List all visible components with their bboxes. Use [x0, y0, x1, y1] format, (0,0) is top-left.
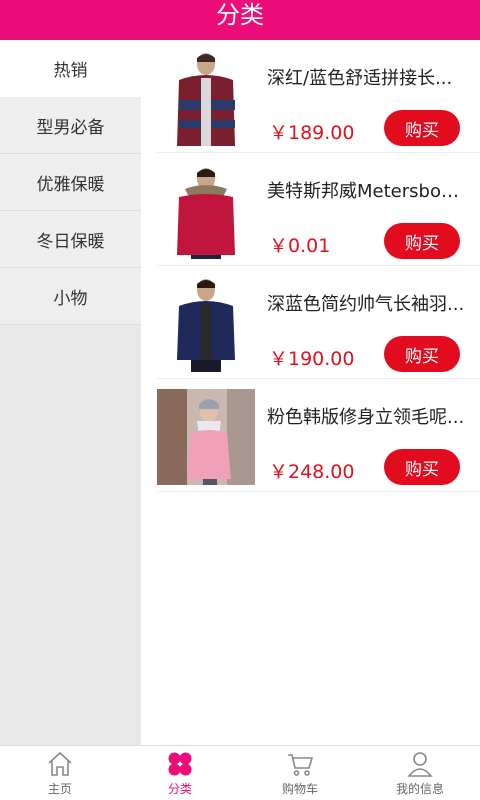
sidebar-item-label: 优雅保暖	[36, 174, 105, 195]
product-name[interactable]: 美特斯邦威Metersbon...	[267, 177, 467, 203]
sidebar-item-label: 冬日保暖	[36, 231, 105, 252]
sidebar-item-elegant-warm[interactable]: 优雅保暖	[0, 154, 141, 211]
product-name[interactable]: 深蓝色简约帅气长袖羽...	[267, 290, 467, 316]
sidebar-item-hot[interactable]: 热销	[0, 40, 141, 97]
buy-button[interactable]: 购买	[384, 336, 460, 372]
product-name[interactable]: 粉色韩版修身立领毛呢...	[267, 403, 467, 429]
product-item[interactable]: 美特斯邦威Metersbon... ￥0.01 购买	[157, 153, 480, 266]
tab-my-info[interactable]: 我的信息	[360, 746, 480, 800]
product-name[interactable]: 深红/蓝色舒适拼接长...	[267, 64, 467, 90]
tab-cart[interactable]: 购物车	[240, 746, 360, 800]
buy-button[interactable]: 购买	[384, 110, 460, 146]
tab-label: 分类	[167, 782, 192, 796]
product-item[interactable]: 粉色韩版修身立领毛呢... ￥248.00 购买	[157, 379, 480, 492]
cart-icon	[288, 754, 314, 776]
category-icon	[168, 752, 192, 776]
buy-button[interactable]: 购买	[384, 223, 460, 259]
sidebar-item-mens-essentials[interactable]: 型男必备	[0, 97, 141, 154]
product-image[interactable]	[157, 163, 255, 259]
product-price: ￥190.00	[269, 348, 355, 370]
product-price: ￥189.00	[269, 122, 355, 144]
product-image[interactable]	[157, 50, 255, 146]
top-bar: 分类	[0, 0, 480, 40]
product-item[interactable]: 深蓝色简约帅气长袖羽... ￥190.00 购买	[157, 266, 480, 379]
user-icon	[407, 752, 433, 777]
product-image[interactable]	[157, 276, 255, 372]
product-price: ￥248.00	[269, 461, 355, 483]
sidebar-item-label: 小物	[53, 288, 88, 309]
sidebar-item-label: 热销	[53, 61, 88, 81]
product-price: ￥0.01	[269, 235, 331, 257]
home-icon	[48, 751, 72, 776]
sidebar-item-accessories[interactable]: 小物	[0, 268, 141, 325]
product-image[interactable]	[157, 389, 255, 485]
tab-label: 购物车	[281, 782, 318, 796]
tab-label: 我的信息	[395, 782, 444, 796]
page-title: 分类	[216, 1, 264, 29]
bottom-tab-bar: 主页 分类 购物车 我的信息	[0, 745, 480, 800]
sidebar-item-label: 型男必备	[36, 117, 105, 138]
tab-home[interactable]: 主页	[0, 746, 120, 800]
product-list: 深红/蓝色舒适拼接长... ￥189.00 购买 美特斯邦威Metersbon.…	[141, 40, 480, 745]
tab-label: 主页	[47, 782, 72, 796]
buy-button[interactable]: 购买	[384, 449, 460, 485]
sidebar-item-winter-warm[interactable]: 冬日保暖	[0, 211, 141, 268]
tab-category[interactable]: 分类	[120, 746, 240, 800]
category-sidebar: 热销 型男必备 优雅保暖 冬日保暖 小物	[0, 40, 141, 745]
product-item[interactable]: 深红/蓝色舒适拼接长... ￥189.00 购买	[157, 40, 480, 153]
